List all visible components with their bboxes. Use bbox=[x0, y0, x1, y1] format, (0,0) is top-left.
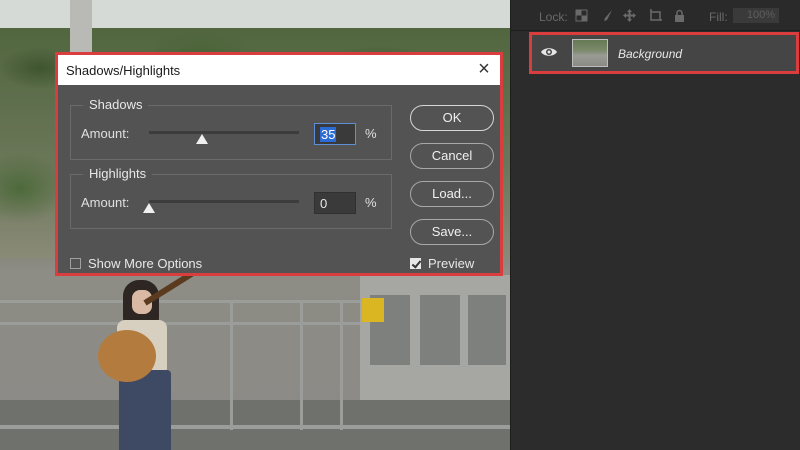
photo-pole bbox=[70, 0, 92, 60]
photo-railing bbox=[300, 300, 303, 430]
lock-move-icon[interactable] bbox=[623, 9, 636, 22]
shadows-amount-slider[interactable] bbox=[149, 131, 299, 134]
lock-artboard-icon[interactable] bbox=[649, 9, 662, 22]
photo-mailbox bbox=[362, 298, 384, 322]
highlights-amount-slider[interactable] bbox=[149, 200, 299, 203]
dialog-titlebar[interactable]: Shadows/Highlights × bbox=[58, 55, 500, 85]
shadows-group: Shadows Amount: 35 % bbox=[70, 97, 392, 160]
lock-transparent-icon[interactable] bbox=[575, 9, 588, 22]
lock-paint-icon[interactable] bbox=[601, 9, 614, 22]
show-more-options-row[interactable]: Show More Options bbox=[70, 256, 202, 271]
preview-row[interactable]: Preview bbox=[410, 256, 474, 271]
shadows-percent-label: % bbox=[365, 126, 377, 141]
eye-icon[interactable] bbox=[540, 45, 558, 59]
ok-button[interactable]: OK bbox=[410, 105, 494, 131]
highlights-amount-input[interactable]: 0 bbox=[314, 192, 356, 214]
cancel-button[interactable]: Cancel bbox=[410, 143, 494, 169]
layer-thumbnail bbox=[572, 39, 608, 67]
fill-label: Fill: bbox=[709, 10, 728, 24]
highlights-slider-thumb[interactable] bbox=[143, 203, 155, 213]
highlights-percent-label: % bbox=[365, 195, 377, 210]
photo-guitar bbox=[98, 330, 156, 382]
shadows-group-label: Shadows bbox=[83, 97, 149, 112]
lock-bar: Lock: Fill: 100% bbox=[511, 0, 800, 31]
fill-input[interactable]: 100% bbox=[733, 8, 779, 23]
highlights-amount-value: 0 bbox=[320, 196, 328, 211]
close-icon[interactable]: × bbox=[474, 59, 494, 79]
lock-all-icon[interactable] bbox=[673, 9, 686, 22]
highlights-group: Highlights Amount: 0 % bbox=[70, 166, 392, 229]
highlights-amount-label: Amount: bbox=[81, 195, 130, 210]
shadows-slider-thumb[interactable] bbox=[195, 134, 208, 144]
photo-railing bbox=[230, 300, 233, 430]
lock-label: Lock: bbox=[539, 10, 568, 24]
shadows-highlights-dialog: Shadows/Highlights × Shadows Amount: 35 … bbox=[55, 52, 503, 276]
shadows-amount-input[interactable]: 35 bbox=[314, 123, 356, 145]
show-more-options-checkbox[interactable] bbox=[70, 258, 81, 269]
layer-row-background[interactable]: Background bbox=[529, 32, 799, 74]
preview-label: Preview bbox=[428, 256, 475, 271]
preview-checkbox[interactable] bbox=[410, 258, 421, 269]
layers-panel: Lock: Fill: 100% Background bbox=[510, 0, 800, 450]
show-more-options-label: Show More Options bbox=[88, 256, 203, 271]
shadows-amount-value: 35 bbox=[320, 127, 337, 142]
photo-railing bbox=[340, 300, 343, 430]
photo-railing bbox=[0, 425, 510, 429]
dialog-title: Shadows/Highlights bbox=[66, 63, 181, 78]
save-button[interactable]: Save... bbox=[410, 219, 494, 245]
layer-name: Background bbox=[618, 47, 683, 61]
highlights-group-label: Highlights bbox=[83, 166, 153, 181]
shadows-amount-label: Amount: bbox=[81, 126, 130, 141]
load-button[interactable]: Load... bbox=[410, 181, 494, 207]
